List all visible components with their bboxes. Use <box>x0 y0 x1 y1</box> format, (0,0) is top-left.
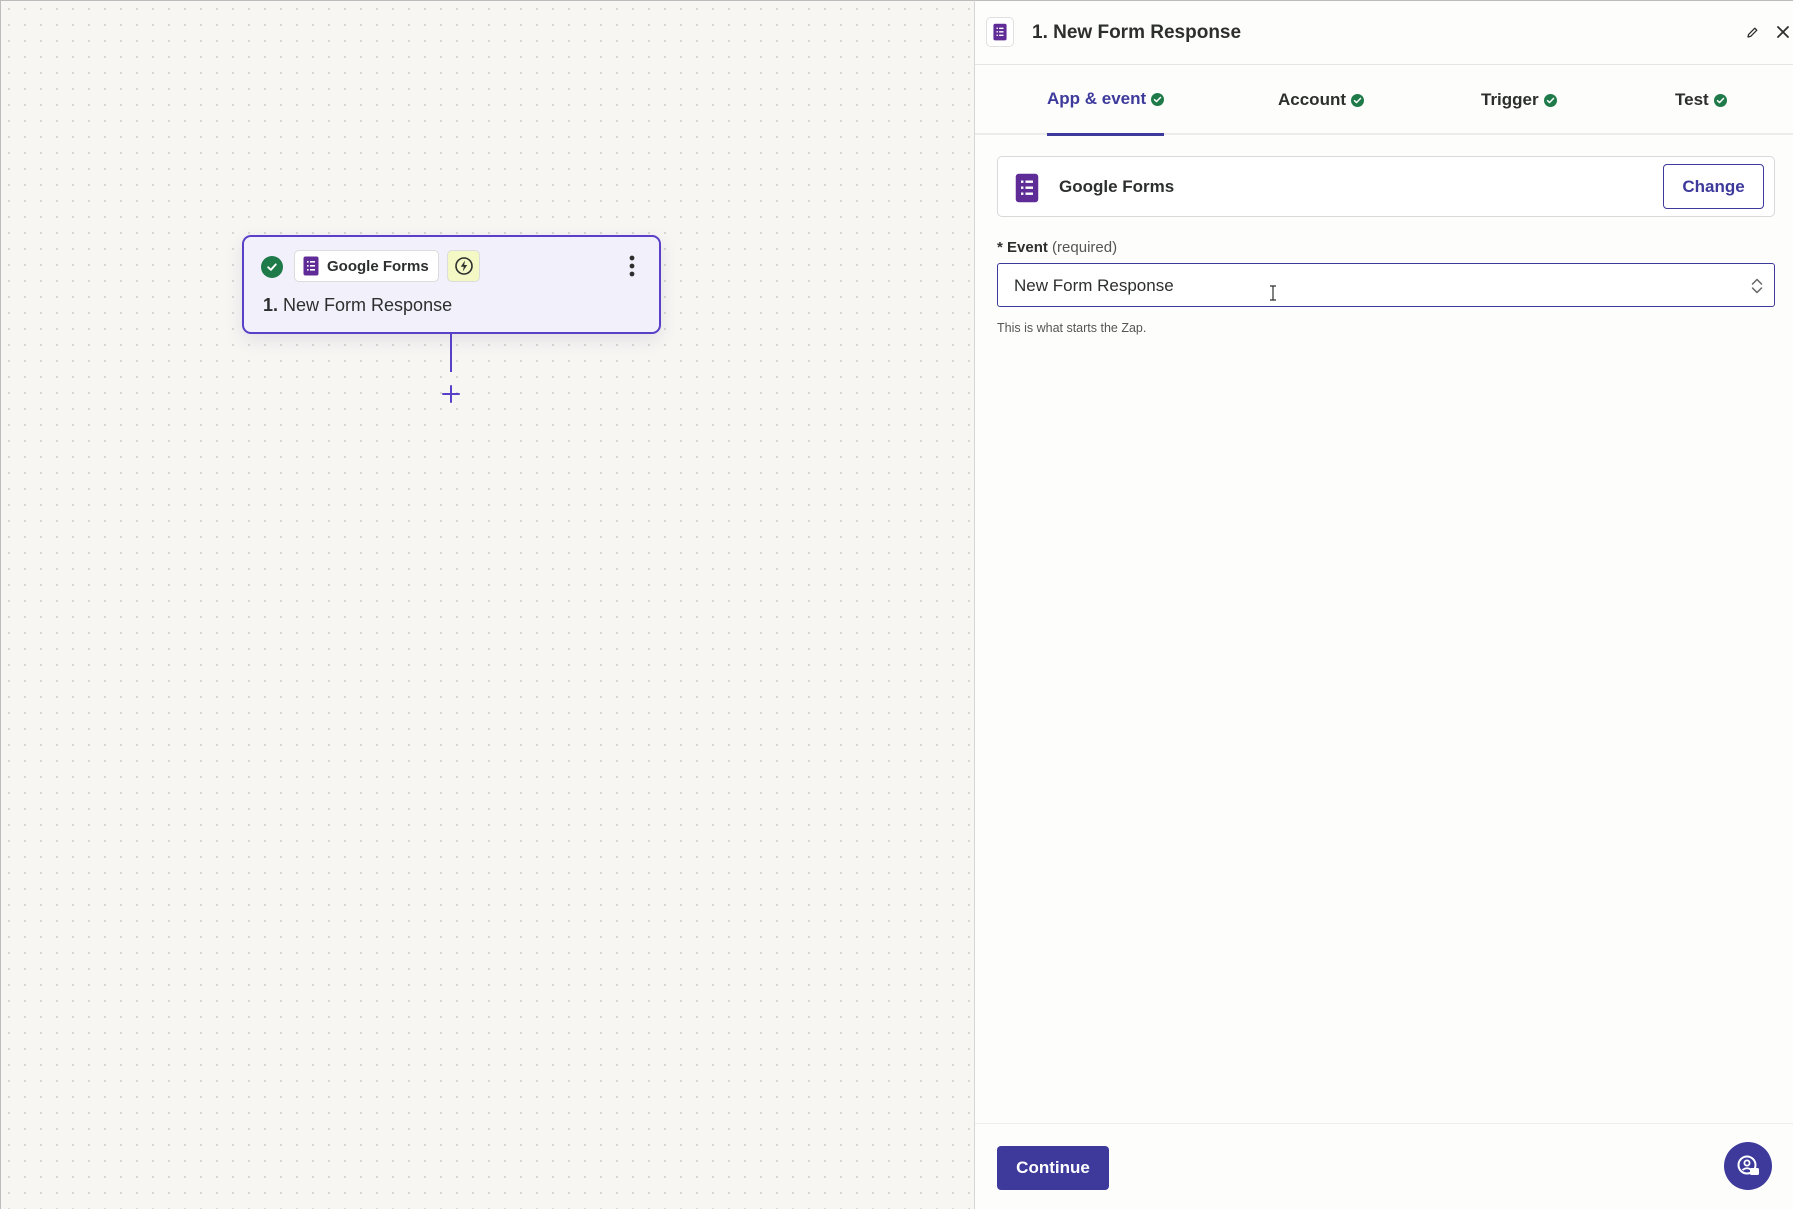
app-badge: Google Forms <box>294 250 439 282</box>
google-forms-icon <box>986 17 1014 47</box>
tab-label: Trigger <box>1481 90 1539 109</box>
step-tabs: App & event Account Trigger Test <box>975 65 1793 136</box>
text-cursor-icon <box>1270 285 1276 301</box>
continue-button[interactable]: Continue <box>997 1146 1109 1190</box>
trigger-step-node[interactable]: Google Forms 1. New Form Response <box>242 235 661 334</box>
google-forms-icon <box>303 256 319 276</box>
step-title: 1. New Form Response <box>263 295 452 316</box>
app-badge-label: Google Forms <box>327 257 429 275</box>
tab-account[interactable]: Account <box>1278 65 1364 135</box>
check-circle-icon <box>1713 93 1727 107</box>
lightning-icon <box>447 250 480 282</box>
change-app-button[interactable]: Change <box>1663 164 1764 209</box>
close-icon[interactable] <box>1772 21 1793 43</box>
tab-test[interactable]: Test <box>1675 65 1727 135</box>
plus-icon[interactable] <box>438 381 464 407</box>
step-connector <box>450 334 452 372</box>
tab-app-event[interactable]: App & event <box>1047 65 1165 136</box>
event-field-label: * Event (required) <box>997 239 1117 256</box>
help-chat-icon[interactable] <box>1724 1142 1772 1190</box>
event-select[interactable]: New Form Response <box>997 263 1775 307</box>
required-mark: * <box>997 239 1003 256</box>
selected-app-card: Google Forms Change <box>997 156 1775 217</box>
step-name: New Form Response <box>283 295 453 315</box>
app-name: Google Forms <box>1059 177 1175 196</box>
google-forms-icon <box>1015 173 1039 203</box>
tab-label: Account <box>1278 90 1346 109</box>
event-select-value: New Form Response <box>1014 276 1174 295</box>
more-vertical-icon[interactable] <box>620 252 644 280</box>
tab-trigger[interactable]: Trigger <box>1481 65 1557 135</box>
event-label: Event <box>1007 239 1048 256</box>
tab-label: Test <box>1675 90 1709 109</box>
panel-title: 1. New Form Response <box>1032 22 1242 43</box>
check-circle-icon <box>261 256 283 278</box>
chevron-up-down-icon <box>1751 278 1763 294</box>
step-number: 1. <box>263 295 279 315</box>
pencil-icon[interactable] <box>1741 21 1763 43</box>
check-circle-icon <box>1543 93 1557 107</box>
check-circle-icon <box>1151 92 1165 106</box>
zap-canvas[interactable]: Google Forms 1. New Form Response <box>0 0 974 1209</box>
panel-header: 1. New Form Response <box>975 1 1793 65</box>
panel-footer: Continue <box>975 1123 1793 1209</box>
event-help-text: This is what starts the Zap. <box>997 321 1147 335</box>
step-editor-panel: 1. New Form Response App & event Account… <box>974 0 1793 1209</box>
required-text: (required) <box>1052 239 1118 256</box>
tab-label: App & event <box>1047 89 1147 108</box>
check-circle-icon <box>1351 93 1364 107</box>
